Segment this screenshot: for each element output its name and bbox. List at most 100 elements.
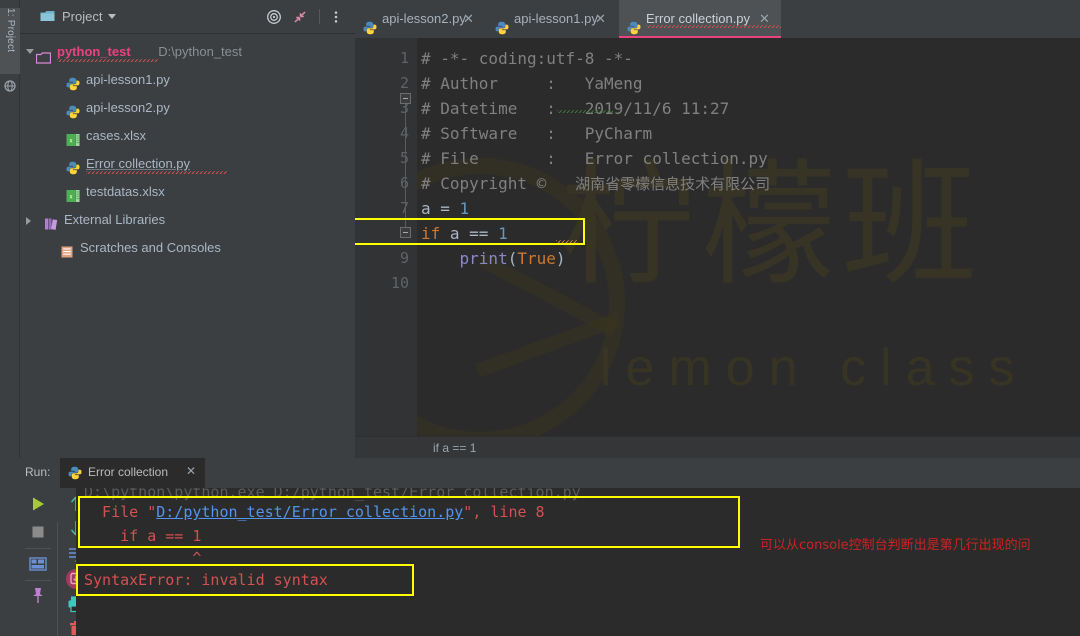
pycharm-window: 1: Project 2: Structure avorites Project <box>0 0 1080 636</box>
code-token: # -*- coding:utf-8 -*- <box>421 49 633 68</box>
stop-icon[interactable] <box>28 522 48 542</box>
run-tab-bar: Run: Error collection ✕ <box>0 458 1080 488</box>
code-line-3[interactable]: # Datetime : 2019/11/6 11:27 <box>421 96 729 121</box>
python-file-icon <box>66 161 80 175</box>
error-file-suffix: ", line 8 <box>463 503 545 521</box>
editor-tab-error-collection-py[interactable]: Error collection.py ✕ <box>619 0 781 38</box>
python-file-icon <box>363 21 377 35</box>
run-tab-error-collection[interactable]: Error collection ✕ <box>60 458 205 488</box>
tree-item-error-collection-py[interactable]: Error collection.py <box>20 150 355 178</box>
code-line-5[interactable]: # File : Error collection.py <box>421 146 768 171</box>
close-icon[interactable]: ✕ <box>186 464 196 478</box>
editor-tab-bar: api-lesson2.py ✕ api-lesson1.py ✕ Error coll… <box>355 0 1080 38</box>
folder-icon <box>40 11 55 21</box>
run-panel: Run: Error collection ✕ D:\python\python… <box>0 458 1080 636</box>
sidebar-item-project[interactable]: 1: Project <box>0 8 20 74</box>
error-file-link[interactable]: D:/python_test/Error collection.py <box>156 503 463 521</box>
editor-tab-label: api-lesson1.py <box>514 11 598 26</box>
code-token: = <box>440 199 460 218</box>
fold-marker-icon[interactable] <box>400 227 411 238</box>
project-tree: python_test D:\python_test api-lesson1.py a… <box>20 34 355 458</box>
console-error-caret: ^ <box>84 549 202 567</box>
code-token: if <box>421 224 441 243</box>
code-editor[interactable]: 柠檬班 lemon class 12345678910 # -*- coding… <box>355 38 1080 458</box>
tree-item-api-lesson1-py[interactable]: api-lesson1.py <box>20 66 355 94</box>
code-line-4[interactable]: # Software : PyCharm <box>421 121 652 146</box>
pin-icon[interactable] <box>28 586 48 606</box>
code-token: True <box>517 249 556 268</box>
code-line-7[interactable]: a = 1 <box>421 196 469 221</box>
python-file-icon <box>495 21 509 35</box>
code-token: # File : Error collection.py <box>421 149 768 168</box>
excel-file-icon: x <box>66 134 80 146</box>
tree-item-cases-xlsx[interactable]: x cases.xlsx <box>20 122 355 150</box>
code-token: ) <box>555 249 566 268</box>
code-token: # Datetime : 2019/11/6 11:27 <box>421 99 730 118</box>
red-annotation-text: 可以从console控制台判断出是第几行出现的问 <box>760 538 1031 553</box>
breadcrumb[interactable]: if a == 1 <box>433 441 476 455</box>
close-icon[interactable]: ✕ <box>759 0 770 38</box>
code-token: print <box>459 249 508 268</box>
close-icon[interactable]: ✕ <box>463 0 474 38</box>
code-line-2[interactable]: # Author : YaMeng <box>421 71 643 96</box>
collapse-all-icon[interactable] <box>292 9 308 25</box>
code-token: 湖南省零檬信息技术有限公司 <box>575 175 771 193</box>
tree-item-api-lesson2-py[interactable]: api-lesson2.py <box>20 94 355 122</box>
tree-item-python-test[interactable]: python_test D:\python_test <box>20 38 355 66</box>
editor-tab-api-lesson2-py[interactable]: api-lesson2.py ✕ <box>355 0 485 38</box>
python-file-icon <box>68 466 82 480</box>
console-output[interactable]: D:\python\python.exe D:/python_test/Erro… <box>76 488 1080 636</box>
watermark-spoke <box>475 312 621 378</box>
breadcrumb-bar: if a == 1 <box>355 436 1080 458</box>
project-panel: Project python_testD:\python_testapi-l <box>20 0 365 458</box>
target-locate-icon[interactable] <box>266 9 282 25</box>
kebab-menu-icon[interactable] <box>328 9 344 25</box>
library-icon <box>45 218 58 230</box>
code-token: 1 <box>459 199 470 218</box>
editor-tab-api-lesson1-py[interactable]: api-lesson1.py ✕ <box>487 0 617 38</box>
code-token: 1 <box>498 224 508 243</box>
tree-item-scratches-and-consoles[interactable]: Scratches and Consoles <box>20 234 355 262</box>
scratches-icon <box>61 246 73 258</box>
play-icon[interactable] <box>28 494 48 514</box>
code-line-9[interactable]: print(True) <box>421 246 566 271</box>
python-file-icon <box>627 21 641 35</box>
code-token: a <box>440 224 470 243</box>
close-icon[interactable]: ✕ <box>595 0 606 38</box>
code-token: # Software : PyCharm <box>421 124 653 143</box>
error-squiggle <box>86 171 227 174</box>
code-line-1[interactable]: # -*- coding:utf-8 -*- <box>421 46 633 71</box>
syntax-error-squiggle <box>556 240 578 243</box>
editor-area: api-lesson2.py ✕ api-lesson1.py ✕ Error coll… <box>355 0 1080 458</box>
tree-item-label: api-lesson2.py <box>86 100 170 115</box>
run-label: Run: <box>25 465 51 479</box>
tree-item-path: D:\python_test <box>158 44 243 59</box>
console-error-message: SyntaxError: invalid syntax <box>84 571 328 589</box>
tree-item-testdatas-xlsx[interactable]: x testdatas.xlsx <box>20 178 355 206</box>
expand-arrow-icon[interactable] <box>26 49 34 54</box>
fold-marker-icon[interactable] <box>400 93 411 104</box>
editor-tab-label: api-lesson2.py <box>382 11 466 26</box>
code-token: == <box>469 224 499 243</box>
tree-item-label: cases.xlsx <box>86 128 146 143</box>
chevron-down-icon[interactable] <box>108 14 116 19</box>
folder-icon <box>35 52 52 64</box>
tree-item-label: External Libraries <box>64 212 166 227</box>
structure-globe-icon[interactable] <box>4 80 16 92</box>
header-divider <box>319 9 320 24</box>
excel-file-icon: x <box>66 190 80 202</box>
fold-region-line <box>405 100 406 233</box>
toolbar-divider <box>25 580 51 581</box>
tree-item-label: api-lesson1.py <box>86 72 170 87</box>
tree-item-external-libraries[interactable]: External Libraries <box>20 206 355 234</box>
toolbar-divider <box>57 522 58 636</box>
code-line-6[interactable]: # Copyright © 湖南省零檬信息技术有限公司 <box>421 171 770 196</box>
toolbar-divider <box>25 548 51 549</box>
tree-item-label: Scratches and Consoles <box>80 240 221 255</box>
console-error-code: if a == 1 <box>84 527 202 545</box>
expand-arrow-icon[interactable] <box>26 217 31 225</box>
project-panel-header: Project <box>20 0 365 34</box>
code-token: ( <box>507 249 518 268</box>
layout-icon[interactable] <box>28 554 48 574</box>
code-line-8[interactable]: if a == 1 <box>421 221 508 246</box>
